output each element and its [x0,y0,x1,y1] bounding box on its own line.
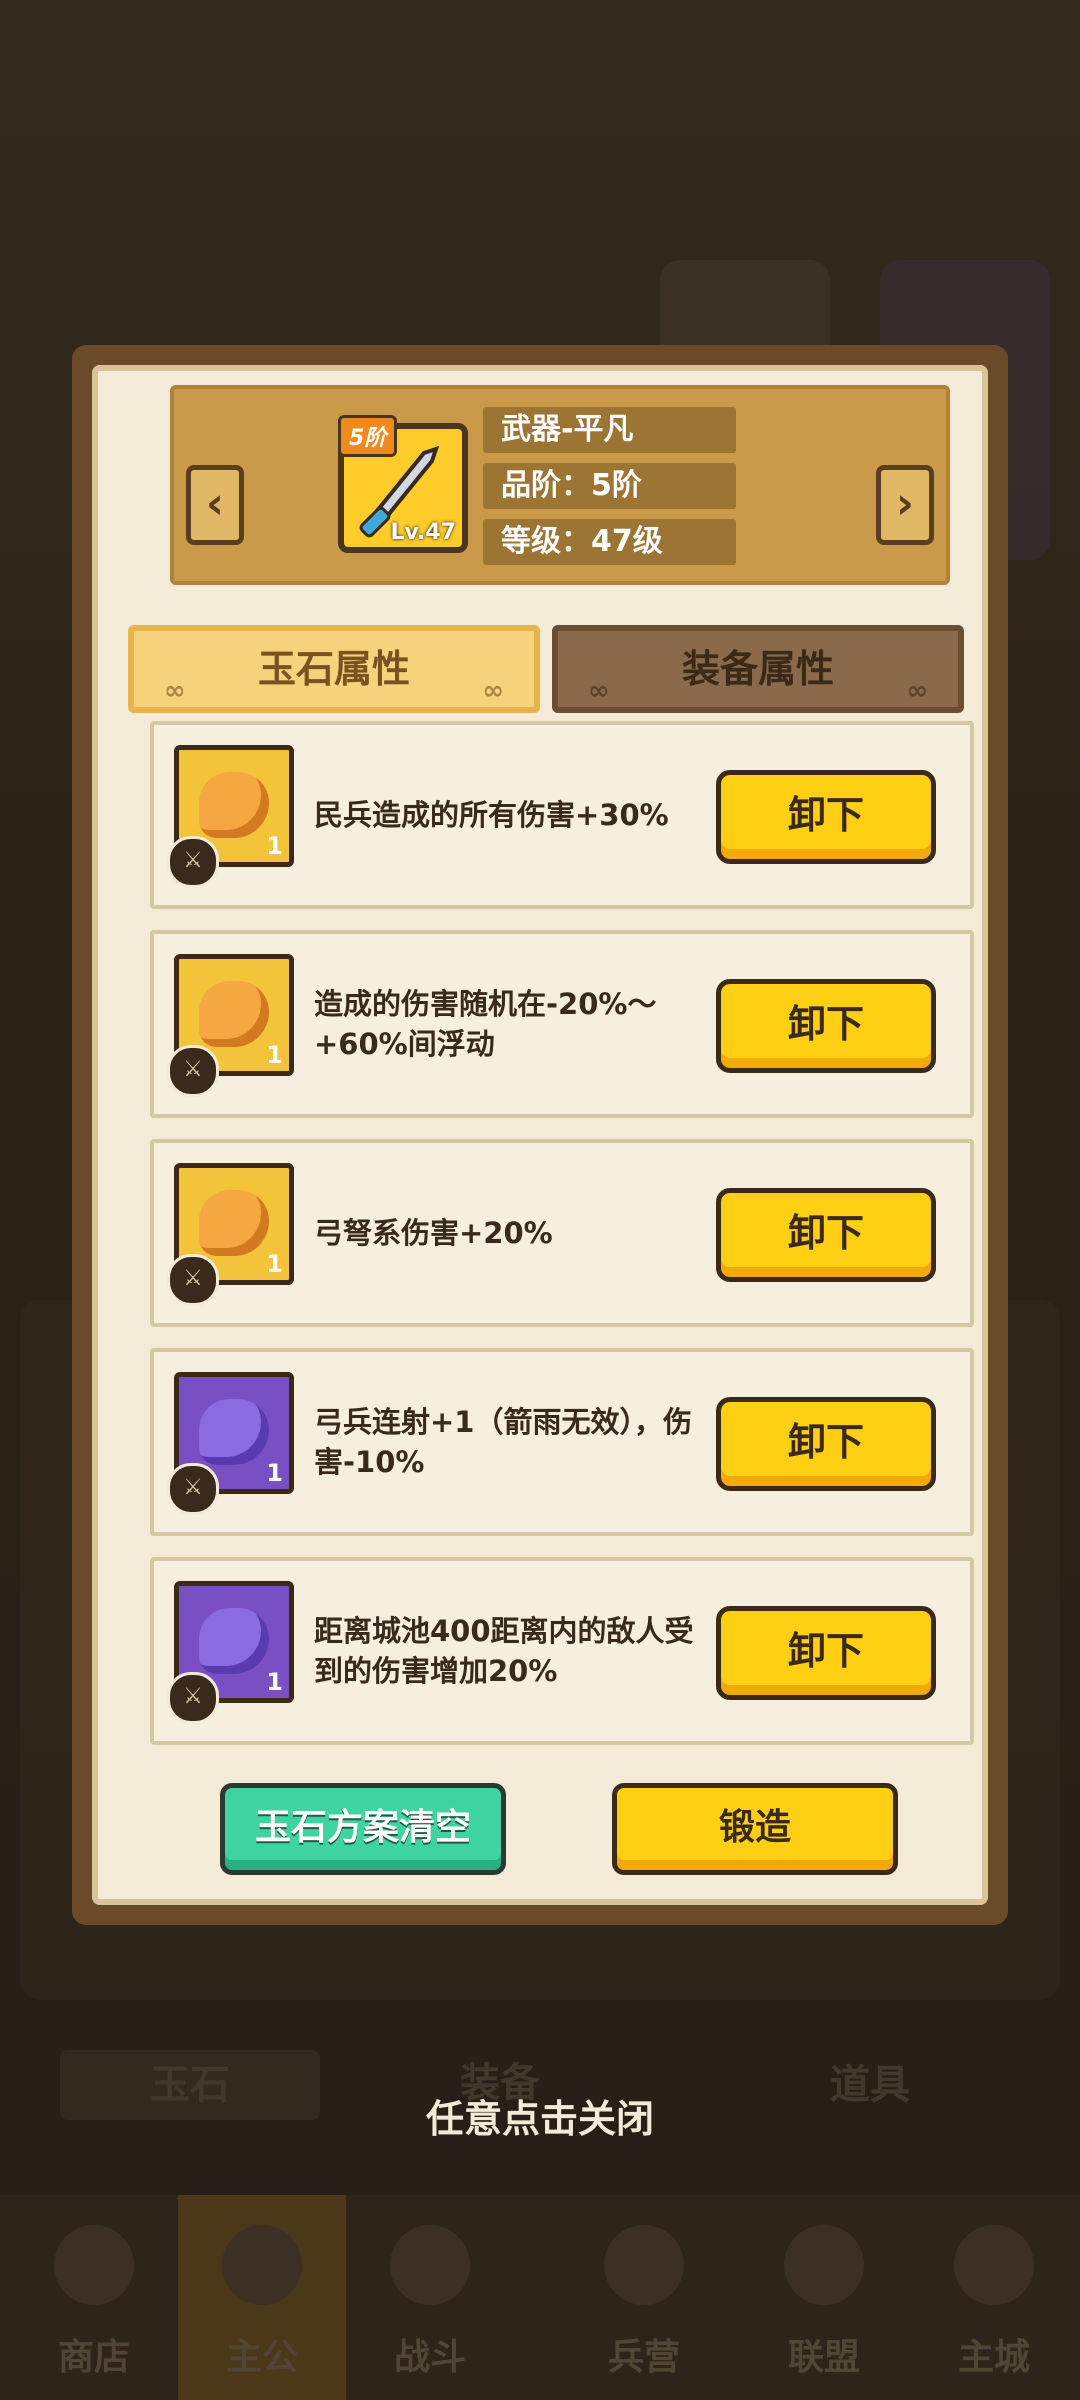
unload-button[interactable]: 卸下 [716,1397,936,1491]
sword-small-icon: ⚔ [167,1463,219,1515]
gem-description: 弓兵连射+1（箭雨无效），伤害-10% [314,1405,692,1479]
swirl-ornament-icon: ∞ [482,676,504,706]
unload-button[interactable]: 卸下 [716,979,936,1073]
equipment-name: 武器-平凡 [483,407,736,453]
sword-icon: 5阶 Lv.47 [338,415,468,553]
gem-row: 1 ⚔ 弓兵连射+1（箭雨无效），伤害-10% 卸下 [150,1348,974,1536]
gem-description: 造成的伤害随机在-20%～+60%间浮动 [314,987,657,1061]
tab-equipment-attributes-label: 装备属性 [681,647,834,691]
gem-modal: ‹ 5阶 Lv.47 武器-平凡 品阶：5阶 等级：47级 › ∞ 玉石属性 ∞… [72,345,1008,1925]
forge-button[interactable]: 锻造 [612,1783,898,1875]
equipment-quality: 品阶：5阶 [483,463,736,509]
gem-row: 1 ⚔ 弓弩系伤害+20% 卸下 [150,1139,974,1327]
modal-panel: ‹ 5阶 Lv.47 武器-平凡 品阶：5阶 等级：47级 › ∞ 玉石属性 ∞… [92,365,988,1905]
level-badge: Lv.47 [390,520,456,545]
gem-row: 1 ⚔ 距离城池400距离内的敌人受到的伤害增加20% 卸下 [150,1557,974,1745]
unload-button[interactable]: 卸下 [716,1606,936,1700]
gem-description: 距离城池400距离内的敌人受到的伤害增加20% [314,1614,694,1688]
swirl-ornament-icon: ∞ [588,676,610,706]
tab-gem-attributes[interactable]: ∞ 玉石属性 ∞ [128,625,540,713]
sword-small-icon: ⚔ [167,1254,219,1306]
tier-badge: 5阶 [338,415,398,457]
prev-arrow-button[interactable]: ‹ [186,465,244,545]
sword-small-icon: ⚔ [167,1672,219,1724]
gold-gem-icon: 1 ⚔ [167,745,294,888]
equipment-level: 等级：47级 [483,519,736,565]
tab-gem-attributes-label: 玉石属性 [257,647,410,691]
purple-gem-icon: 1 ⚔ [167,1372,294,1515]
unload-button[interactable]: 卸下 [716,770,936,864]
sword-small-icon: ⚔ [167,1045,219,1097]
clear-gem-plan-button[interactable]: 玉石方案清空 [220,1783,506,1875]
gem-row: 1 ⚔ 造成的伤害随机在-20%～+60%间浮动 卸下 [150,930,974,1118]
purple-gem-icon: 1 ⚔ [167,1581,294,1724]
gem-row: 1 ⚔ 民兵造成的所有伤害+30% 卸下 [150,721,974,909]
sword-small-icon: ⚔ [167,836,219,888]
gold-gem-icon: 1 ⚔ [167,1163,294,1306]
gem-description: 弓弩系伤害+20% [314,1216,553,1250]
close-hint[interactable]: 任意点击关闭 [0,2088,1080,2143]
unload-button[interactable]: 卸下 [716,1188,936,1282]
gem-description: 民兵造成的所有伤害+30% [314,798,669,832]
swirl-ornament-icon: ∞ [164,676,186,706]
tab-equipment-attributes[interactable]: ∞ 装备属性 ∞ [552,625,964,713]
swirl-ornament-icon: ∞ [906,676,928,706]
gold-gem-icon: 1 ⚔ [167,954,294,1097]
equipment-header: ‹ 5阶 Lv.47 武器-平凡 品阶：5阶 等级：47级 › [170,385,950,585]
next-arrow-button[interactable]: › [876,465,934,545]
